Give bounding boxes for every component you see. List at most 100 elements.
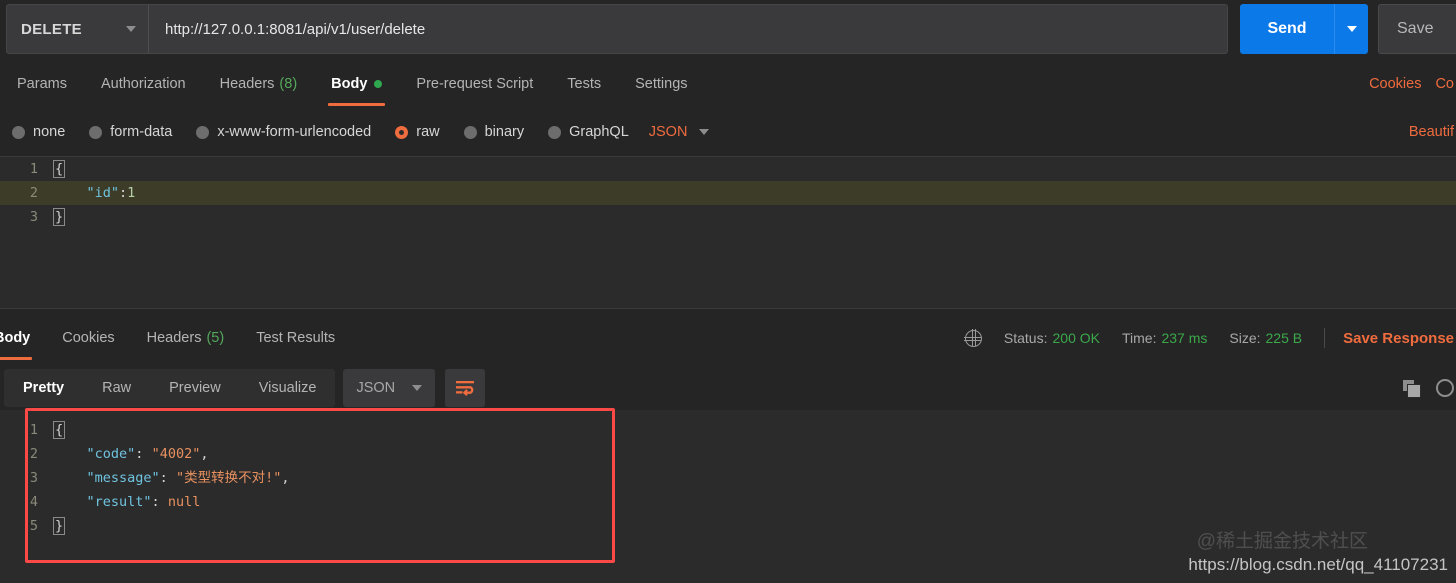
save-response-button[interactable]: Save Response bbox=[1343, 330, 1454, 347]
time-value: 237 ms bbox=[1161, 330, 1208, 346]
tab-label: Params bbox=[17, 76, 67, 92]
code-token: , bbox=[281, 470, 290, 486]
wrap-lines-button[interactable] bbox=[445, 369, 486, 407]
code-token: "result" bbox=[86, 494, 152, 510]
send-options-button[interactable] bbox=[1334, 4, 1368, 54]
tab-label: Body bbox=[331, 76, 368, 92]
code-token: : bbox=[151, 494, 168, 510]
url-input[interactable]: http://127.0.0.1:8081/api/v1/user/delete bbox=[149, 5, 1227, 53]
code-text: "message": "类型转换不对!", bbox=[54, 466, 290, 490]
body-type-raw[interactable]: raw bbox=[395, 124, 440, 140]
view-tab-preview[interactable]: Preview bbox=[150, 369, 240, 407]
http-method-select[interactable]: DELETE bbox=[7, 5, 149, 53]
chevron-down-icon bbox=[126, 26, 136, 32]
watermark-blog-url: https://blog.csdn.net/qq_41107231 bbox=[1188, 555, 1448, 574]
code-text: { bbox=[52, 418, 66, 442]
watermark-community: @稀土掘金技术社区 bbox=[1196, 531, 1368, 552]
request-tabs: Params Authorization Headers (8) Body Pre-req… bbox=[0, 62, 1456, 106]
body-type-radio-group: none form-data x-www-form-urlencoded raw bin… bbox=[0, 110, 1456, 154]
body-type-label: x-www-form-urlencoded bbox=[217, 124, 372, 140]
tab-label: Headers bbox=[146, 330, 202, 346]
radio-icon bbox=[89, 125, 103, 139]
tab-cookies[interactable]: Cookies bbox=[46, 316, 130, 360]
code-text: "id":1 bbox=[54, 181, 136, 205]
code-link[interactable]: Co bbox=[1435, 76, 1454, 92]
code-text: "code": "4002", bbox=[54, 442, 209, 466]
code-token: "4002" bbox=[151, 446, 201, 462]
code-token: } bbox=[52, 208, 66, 226]
search-icon[interactable] bbox=[1436, 379, 1454, 397]
save-button-label: Save bbox=[1397, 20, 1434, 37]
tab-count: (5) bbox=[206, 330, 225, 346]
chevron-down-icon bbox=[412, 385, 423, 391]
code-line: 1{ bbox=[0, 157, 1456, 181]
code-text: } bbox=[52, 514, 66, 538]
tab-pre-request-script[interactable]: Pre-request Script bbox=[399, 62, 550, 106]
cookies-link[interactable]: Cookies bbox=[1369, 76, 1421, 92]
code-text: "result": null bbox=[54, 490, 201, 514]
tab-body[interactable]: Body bbox=[0, 316, 46, 360]
code-line: 1{ bbox=[0, 418, 1456, 442]
body-present-dot-icon bbox=[374, 80, 383, 88]
body-type-label: none bbox=[33, 124, 66, 140]
tab-label: Settings bbox=[635, 76, 688, 92]
body-type-form-data[interactable]: form-data bbox=[89, 124, 172, 140]
tab-headers[interactable]: Headers (8) bbox=[203, 62, 315, 106]
response-body-code[interactable]: 1{2 "code": "4002", 3 "message": "类型转换不对!… bbox=[0, 418, 1456, 538]
line-number: 5 bbox=[29, 518, 38, 534]
body-type-label: form-data bbox=[110, 124, 173, 140]
code-line: 2 "id":1 bbox=[0, 181, 1456, 205]
status-label: Status: bbox=[1003, 330, 1048, 346]
view-tab-raw[interactable]: Raw bbox=[83, 369, 150, 407]
response-divider bbox=[0, 308, 1456, 316]
tab-label: Tests bbox=[567, 76, 602, 92]
request-body-editor[interactable]: 1{2 "id":1 3} bbox=[0, 156, 1456, 308]
code-token: , bbox=[200, 446, 209, 462]
line-number: 1 bbox=[29, 161, 38, 177]
code-token: { bbox=[52, 421, 66, 439]
status-divider bbox=[1324, 328, 1326, 348]
view-tab-pretty[interactable]: Pretty bbox=[4, 369, 83, 407]
code-line: 3} bbox=[0, 205, 1456, 229]
body-type-x-www-form-urlencoded[interactable]: x-www-form-urlencoded bbox=[196, 124, 371, 140]
line-number: 3 bbox=[29, 209, 38, 225]
beautify-link[interactable]: Beautif bbox=[1409, 124, 1454, 140]
code-token: 1 bbox=[127, 185, 136, 201]
tab-body[interactable]: Body bbox=[314, 62, 399, 106]
status-value: 200 OK bbox=[1052, 330, 1100, 346]
http-method-label: DELETE bbox=[21, 20, 82, 38]
code-token: "id" bbox=[86, 185, 120, 201]
method-url-group: DELETE http://127.0.0.1:8081/api/v1/user… bbox=[6, 4, 1228, 54]
response-view-toolbar: Pretty Raw Preview Visualize JSON bbox=[0, 366, 1456, 410]
tab-test-results[interactable]: Test Results bbox=[240, 316, 351, 360]
body-type-label: GraphQL bbox=[569, 124, 629, 140]
view-tab-visualize[interactable]: Visualize bbox=[240, 369, 336, 407]
request-header-links: Cookies Co bbox=[1369, 62, 1456, 106]
radio-icon bbox=[12, 125, 25, 139]
chevron-down-icon bbox=[699, 129, 710, 135]
request-body-code[interactable]: 1{2 "id":1 3} bbox=[0, 157, 1456, 229]
line-number: 2 bbox=[29, 446, 38, 462]
body-type-graphql[interactable]: GraphQL bbox=[548, 124, 629, 140]
tab-tests[interactable]: Tests bbox=[550, 62, 618, 106]
tab-headers[interactable]: Headers (5) bbox=[131, 316, 241, 360]
wrap-lines-icon bbox=[456, 381, 475, 396]
code-token: "code" bbox=[86, 446, 136, 462]
tab-params[interactable]: Params bbox=[0, 62, 84, 106]
response-format-select[interactable]: JSON bbox=[343, 369, 436, 407]
save-button[interactable]: Save bbox=[1378, 4, 1456, 54]
radio-icon bbox=[395, 125, 409, 139]
tab-authorization[interactable]: Authorization bbox=[84, 62, 203, 106]
code-line: 3 "message": "类型转换不对!", bbox=[0, 466, 1456, 490]
body-type-none[interactable]: none bbox=[12, 124, 65, 140]
body-type-binary[interactable]: binary bbox=[463, 124, 524, 140]
tab-settings[interactable]: Settings bbox=[618, 62, 704, 106]
copy-icon[interactable] bbox=[1403, 379, 1421, 398]
tab-label: Headers bbox=[219, 76, 275, 92]
response-view-tabs: Pretty Raw Preview Visualize bbox=[4, 369, 336, 407]
send-button[interactable]: Send bbox=[1240, 4, 1334, 54]
size-value: 225 B bbox=[1265, 330, 1303, 346]
request-format-select[interactable]: JSON bbox=[649, 124, 710, 140]
